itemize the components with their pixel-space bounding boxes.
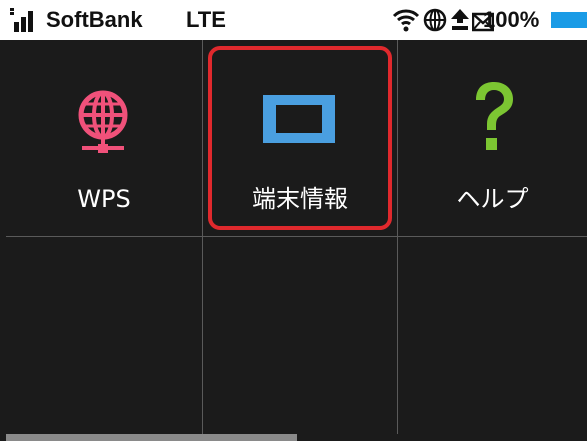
signal-bars-icon (10, 8, 33, 32)
globe-icon (423, 8, 447, 32)
menu-grid: WPS 端末情報 ヘルプ (6, 40, 587, 441)
network-type: LTE (186, 7, 226, 32)
device-screen-icon (263, 95, 335, 143)
upload-arrow-icon (451, 9, 469, 30)
tile-empty (6, 237, 202, 441)
tile-wps[interactable]: WPS (6, 40, 202, 236)
battery-icon (551, 12, 587, 28)
globe-network-icon (78, 90, 128, 153)
tile-label-device-info: 端末情報 (252, 185, 348, 213)
status-bar: SoftBank LTE 100% (0, 0, 587, 40)
wifi-icon (392, 9, 420, 32)
tile-empty (203, 237, 397, 441)
scroll-thumb[interactable] (6, 434, 297, 441)
tile-label-help: ヘルプ (456, 185, 529, 213)
battery-percent: 100% (483, 7, 540, 32)
battery-fill (551, 12, 587, 28)
tile-device-info[interactable]: 端末情報 (203, 40, 397, 236)
carrier-name: SoftBank (46, 7, 143, 32)
tile-label-wps: WPS (77, 185, 131, 213)
tile-help[interactable]: ヘルプ (398, 40, 587, 236)
tile-empty (398, 237, 587, 441)
device-screen: SoftBank LTE 100% WPS 端末情報 ヘルプ (0, 0, 587, 441)
question-mark-icon (476, 82, 513, 150)
